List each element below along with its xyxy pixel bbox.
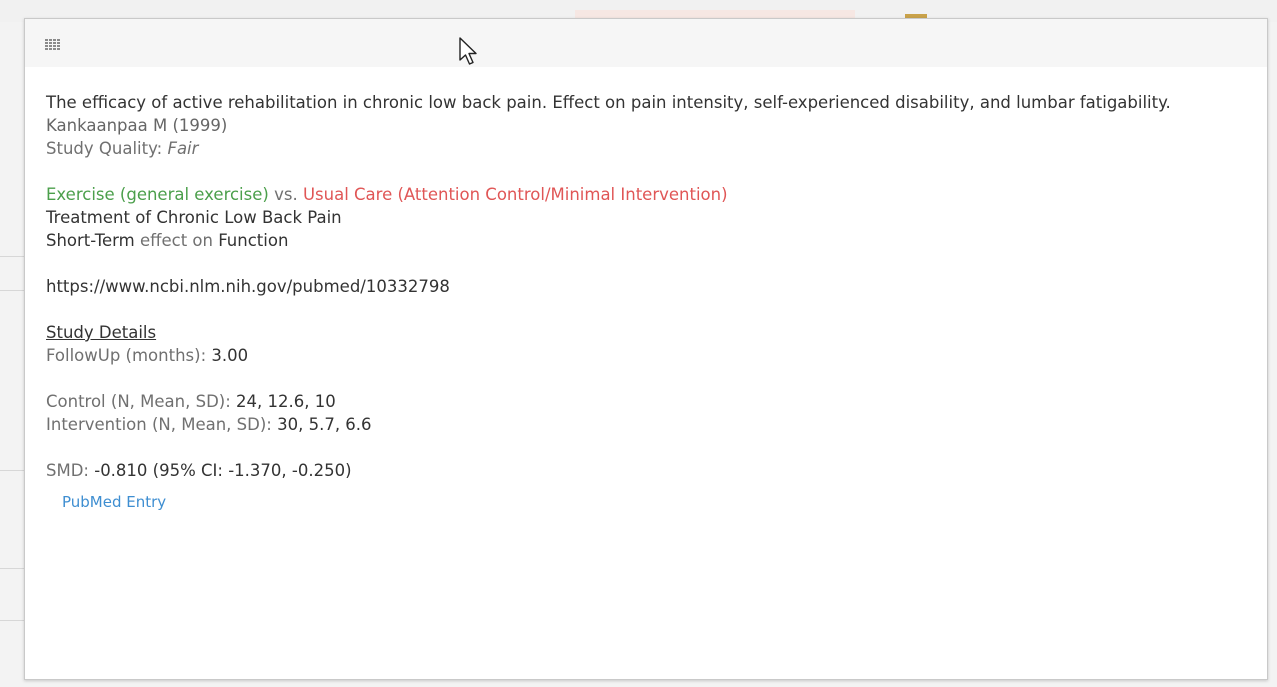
effect-line: Short-Term effect on Function xyxy=(46,229,1251,252)
term-value: Short-Term xyxy=(46,231,135,250)
intervention-stats-label: Intervention (N, Mean, SD): xyxy=(46,415,278,434)
background-divider xyxy=(0,256,24,257)
control-stats-value: 24, 12.6, 10 xyxy=(236,392,336,411)
pubmed-entry-link[interactable]: PubMed Entry xyxy=(62,491,166,514)
condition-value: Chronic Low Back Pain xyxy=(156,208,342,227)
background-divider xyxy=(0,290,24,291)
article-author: Kankaanpaa M (1999) xyxy=(46,116,228,135)
control-stats-line: Control (N, Mean, SD): 24, 12.6, 10 xyxy=(46,390,1251,413)
smd-line: SMD: -0.810 (95% CI: -1.370, -0.250) xyxy=(46,459,1251,482)
control-label: Usual Care (Attention Control/Minimal In… xyxy=(302,185,728,204)
tooltip-header xyxy=(25,19,1267,67)
study-quality: Study Quality: Fair xyxy=(46,137,1251,160)
study-details-heading: Study Details xyxy=(46,323,157,342)
followup-label: FollowUp (months): xyxy=(46,346,212,365)
study-tooltip: The efficacy of active rehabilitation in… xyxy=(24,18,1268,680)
article-title: The efficacy of active rehabilitation in… xyxy=(46,93,1171,112)
study-quality-value: Fair xyxy=(167,139,199,158)
followup-line: FollowUp (months): 3.00 xyxy=(46,344,1251,367)
mouse-cursor-icon xyxy=(459,37,477,65)
comparison-line: Exercise (general exercise) vs. Usual Ca… xyxy=(46,183,1251,206)
study-url: https://www.ncbi.nlm.nih.gov/pubmed/1033… xyxy=(46,277,450,296)
intervention-stats-value: 30, 5.7, 6.6 xyxy=(277,415,372,434)
control-stats-label: Control (N, Mean, SD): xyxy=(46,392,237,411)
effect-on-label: effect on xyxy=(134,231,219,250)
condition-line: Treatment of Chronic Low Back Pain xyxy=(46,206,1251,229)
tooltip-content: The efficacy of active rehabilitation in… xyxy=(46,91,1251,514)
intervention-stats-line: Intervention (N, Mean, SD): 30, 5.7, 6.6 xyxy=(46,413,1251,436)
smd-label: SMD: xyxy=(46,461,95,480)
background-divider xyxy=(0,470,24,471)
grid-icon[interactable] xyxy=(45,39,63,51)
outcome-value: Function xyxy=(218,231,289,250)
vs-label: vs. xyxy=(268,185,303,204)
treatment-label: Exercise (general exercise) xyxy=(46,185,269,204)
followup-value: 3.00 xyxy=(211,346,249,365)
treatment-of-label: Treatment of xyxy=(46,208,157,227)
background-divider xyxy=(0,568,24,569)
smd-value: -0.810 (95% CI: -1.370, -0.250) xyxy=(94,461,352,480)
background-divider xyxy=(0,620,24,621)
study-quality-label: Study Quality: xyxy=(46,139,168,158)
